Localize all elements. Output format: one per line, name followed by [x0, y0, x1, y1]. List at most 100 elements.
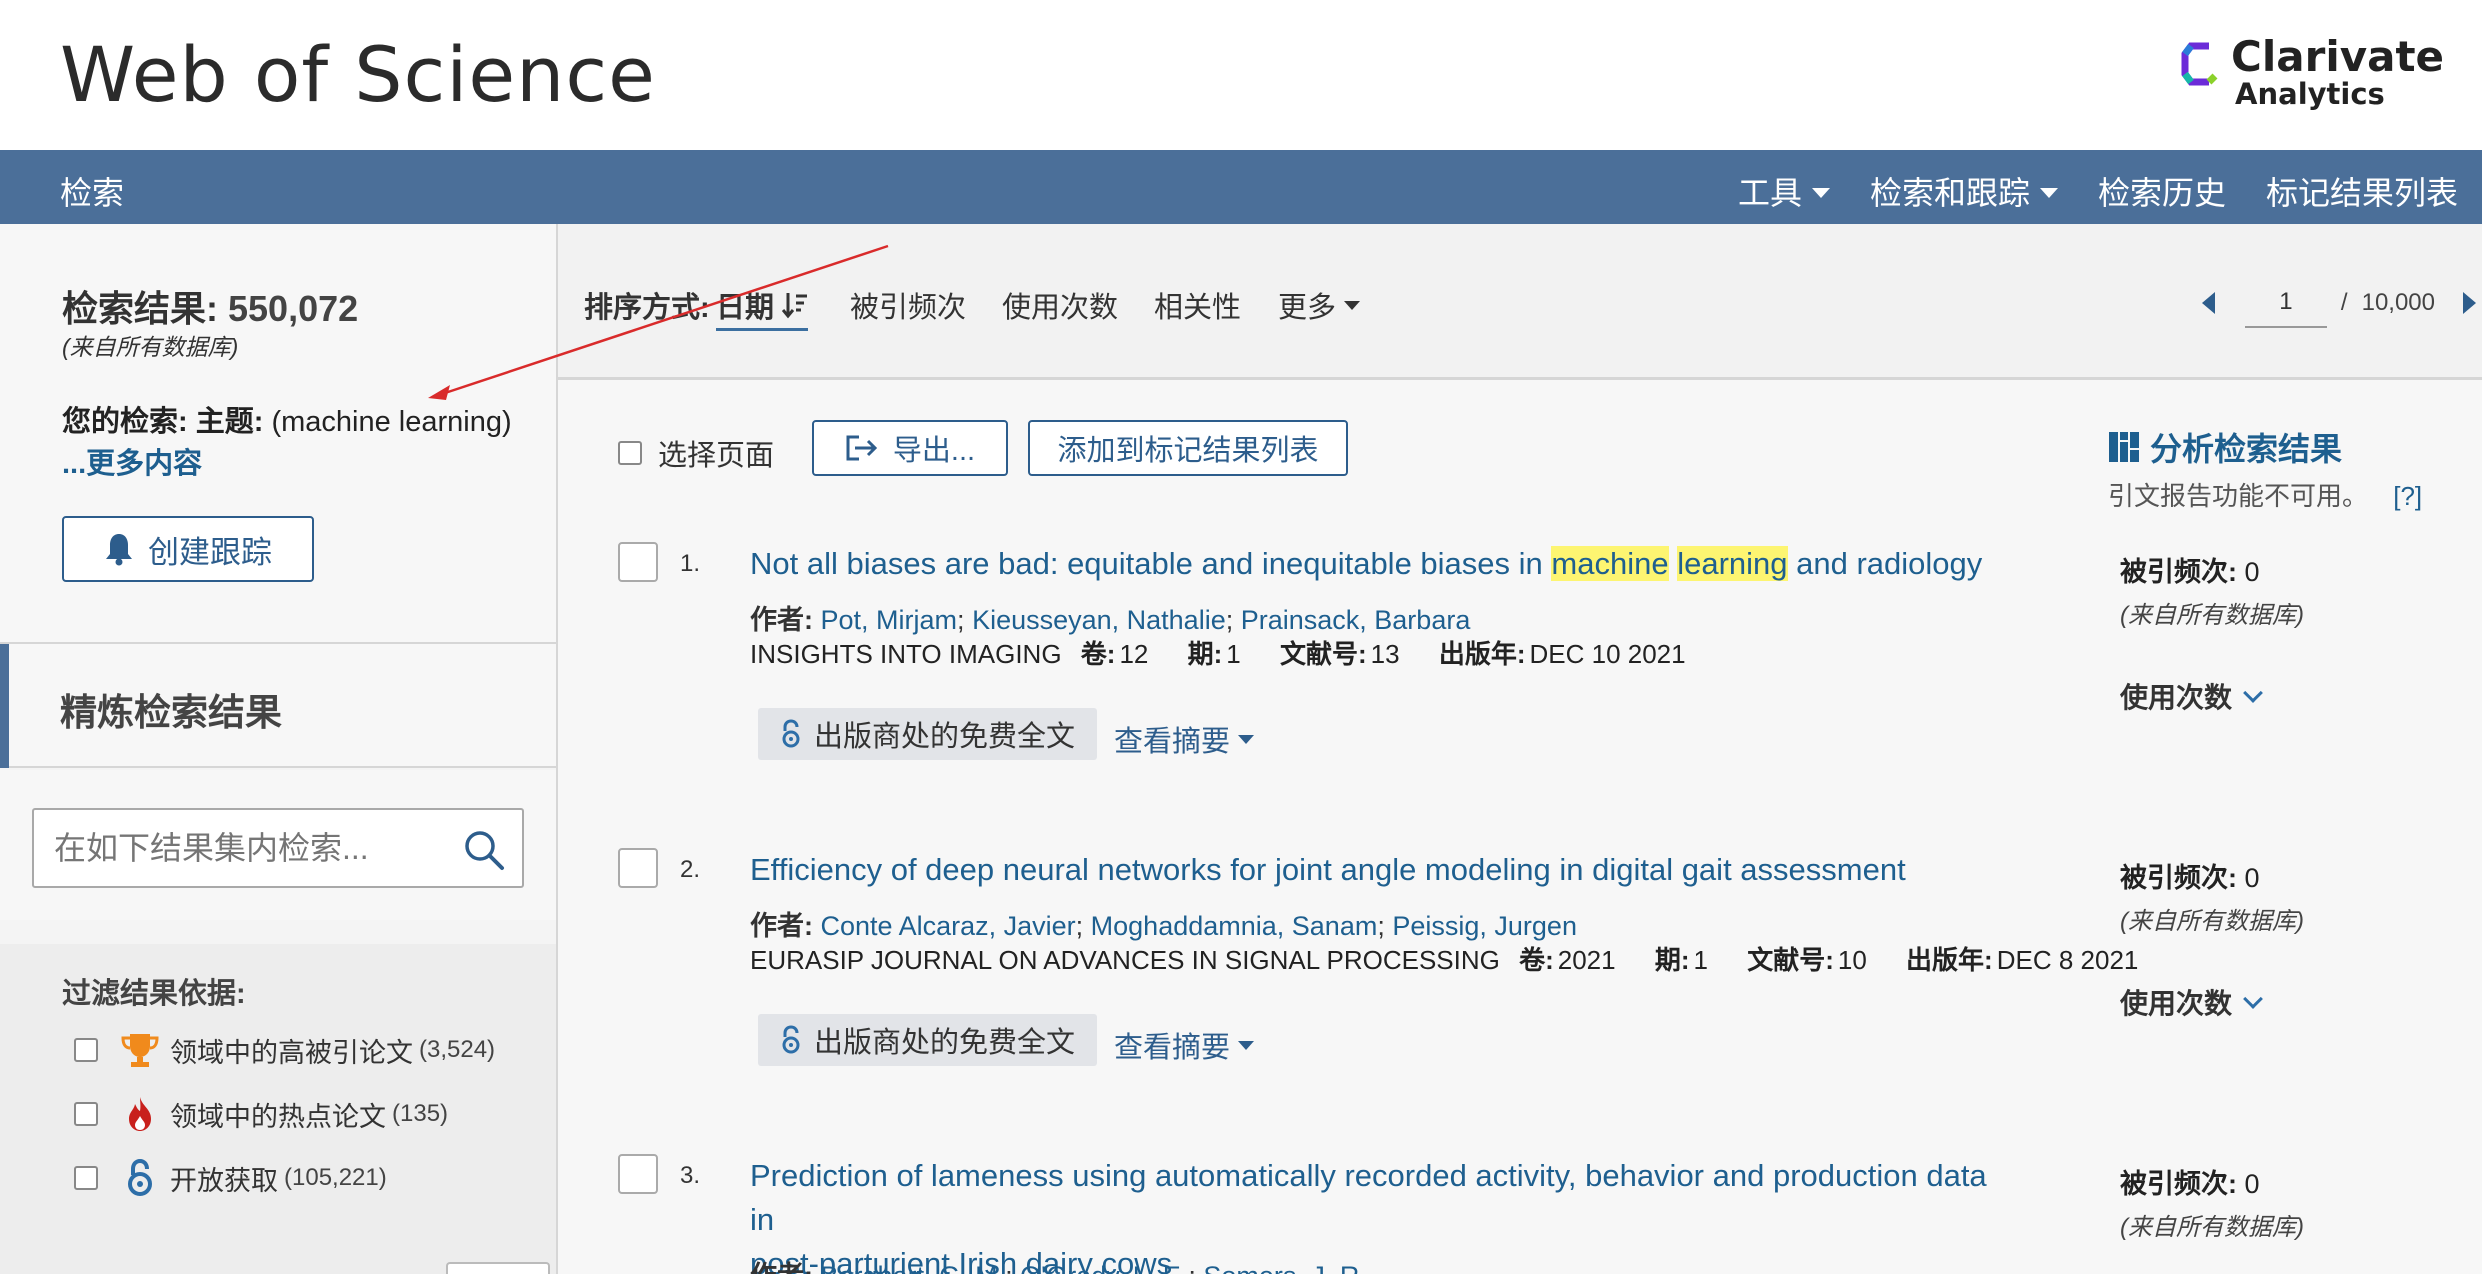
- nav-search-and-alerts[interactable]: 检索和跟踪: [1870, 168, 2058, 214]
- page-number-input[interactable]: [2244, 278, 2327, 328]
- record-number: 3.: [680, 1162, 701, 1189]
- export-icon: [846, 435, 878, 461]
- author-link[interactable]: Prainsack, Barbara: [1241, 605, 1471, 635]
- export-label: 导出...: [892, 435, 976, 467]
- sort-option-relevance[interactable]: 相关性: [1154, 284, 1241, 326]
- export-button[interactable]: 导出...: [812, 420, 1008, 476]
- author-link[interactable]: O'Grady, L. E.: [1020, 1261, 1188, 1274]
- authors-label: 作者:: [750, 911, 813, 941]
- title-highlight: machine: [1551, 546, 1669, 581]
- bell-icon: [106, 534, 132, 566]
- refine-results-header: 精炼检索结果: [0, 644, 556, 768]
- article-number-value: 10: [1837, 945, 1867, 975]
- search-icon[interactable]: [462, 828, 506, 872]
- usage-count-toggle[interactable]: 使用次数: [2120, 676, 2304, 716]
- filter-checkbox[interactable]: [74, 1102, 98, 1126]
- filter-label: 领域中的热点论文: [170, 1101, 386, 1132]
- record-source: EURASIP JOURNAL ON ADVANCES IN SIGNAL PR…: [750, 940, 2158, 977]
- prev-page-icon[interactable]: [2201, 292, 2215, 314]
- view-abstract-label: 查看摘要: [1114, 726, 1231, 758]
- author-link[interactable]: Conte Alcaraz, Javier: [821, 911, 1076, 941]
- your-search-label: 您的检索:: [62, 406, 188, 438]
- search-within-input[interactable]: [54, 824, 454, 872]
- record-source: INSIGHTS INTO IMAGING 卷: 12 期: 1 文献号: 13 出版…: [750, 634, 1706, 671]
- author-link[interactable]: Pot, Mirjam: [821, 605, 958, 635]
- citation-help-link[interactable]: [?]: [2393, 481, 2422, 511]
- volume-label: 卷:: [1519, 945, 1554, 975]
- record-metrics: 被引频次: 0 (来自所有数据库): [2120, 1162, 2304, 1242]
- select-page[interactable]: 选择页面: [618, 432, 774, 474]
- author-separator: ;: [1377, 911, 1393, 941]
- sort-option-usage[interactable]: 使用次数: [1002, 284, 1118, 326]
- clarivate-logo-icon: [2181, 42, 2218, 86]
- nav-search-history[interactable]: 检索历史: [2098, 168, 2226, 214]
- nav-search[interactable]: 检索: [60, 168, 124, 214]
- add-to-marked-list-button[interactable]: 添加到标记结果列表: [1028, 420, 1348, 476]
- nav-tools[interactable]: 工具: [1738, 168, 1830, 214]
- record-title-link[interactable]: Efficiency of deep neural networks for j…: [750, 848, 2010, 892]
- left-sidebar: 检索结果: 550,072 (来自所有数据库) 您的检索: 主题: (machi…: [0, 224, 558, 1274]
- author-separator: ;: [957, 605, 973, 635]
- record-checkbox[interactable]: [618, 848, 658, 888]
- free-full-text-label: 出版商处的免费全文: [814, 1027, 1076, 1059]
- times-cited-source: (来自所有数据库): [2120, 908, 2304, 935]
- record-number: 1.: [680, 550, 701, 577]
- author-link[interactable]: Somers, J. R.: [1203, 1261, 1367, 1274]
- article-number-label: 文献号:: [1747, 945, 1834, 975]
- record-checkbox[interactable]: [618, 1154, 658, 1194]
- free-full-text-button[interactable]: 出版商处的免费全文: [758, 708, 1098, 760]
- trophy-icon: [120, 1030, 160, 1070]
- title-text: Efficiency of deep neural networks for j…: [750, 852, 1906, 887]
- sort-more-dropdown[interactable]: 更多: [1278, 284, 1361, 326]
- caret-down-icon: [1344, 300, 1361, 310]
- record-checkbox[interactable]: [618, 542, 658, 582]
- filter-panel: 过滤结果依据: 领域中的高被引论文 (3,524) 领域中的热点论文 (135)…: [0, 944, 556, 1274]
- issue-label: 期:: [1187, 639, 1223, 669]
- free-full-text-button[interactable]: 出版商处的免费全文: [758, 1014, 1098, 1066]
- filter-checkbox[interactable]: [74, 1166, 98, 1190]
- author-separator: ;: [1225, 605, 1241, 635]
- view-abstract-link[interactable]: 查看摘要: [1114, 1024, 1255, 1066]
- author-link[interactable]: Moghaddamnia, Sanam: [1091, 911, 1378, 941]
- create-alert-button[interactable]: 创建跟踪: [62, 516, 314, 582]
- journal-name: INSIGHTS INTO IMAGING: [750, 639, 1062, 669]
- author-link[interactable]: Borghart, G. M.: [821, 1261, 1006, 1274]
- record-metrics: 被引频次: 0 (来自所有数据库) 使用次数: [2120, 856, 2304, 1022]
- nav-right-menu: 工具 检索和跟踪 检索历史 标记结果列表: [1738, 168, 2458, 214]
- search-summary-panel: 检索结果: 550,072 (来自所有数据库) 您的检索: 主题: (machi…: [0, 224, 556, 644]
- record-title-link[interactable]: Not all biases are bad: equitable and in…: [750, 542, 2010, 586]
- filter-label: 开放获取: [170, 1165, 278, 1196]
- pagination: / 10,000: [2201, 278, 2476, 328]
- filter-highly-cited[interactable]: 领域中的高被引论文 (3,524): [74, 1030, 495, 1070]
- sort-option-date[interactable]: 日期: [716, 284, 809, 331]
- chevron-down-icon: [2243, 989, 2263, 1009]
- issue-value: 1: [1693, 945, 1708, 975]
- times-cited: 被引频次: 0: [2120, 550, 2304, 589]
- author-link[interactable]: Peissig, Jurgen: [1392, 911, 1577, 941]
- authors-label: 作者:: [750, 1261, 813, 1274]
- title-highlight: learning: [1677, 546, 1788, 581]
- author-link[interactable]: Kieusseyan, Nathalie: [972, 605, 1226, 635]
- select-page-checkbox[interactable]: [618, 441, 642, 465]
- title-text: Prediction of lameness using automatical…: [750, 1158, 1987, 1237]
- filter-checkbox[interactable]: [74, 1038, 98, 1062]
- journal-name: EURASIP JOURNAL ON ADVANCES IN SIGNAL PR…: [750, 945, 1500, 975]
- view-abstract-link[interactable]: 查看摘要: [1114, 718, 1255, 760]
- issue-label: 期:: [1654, 945, 1690, 975]
- filter-open-access[interactable]: 开放获取 (105,221): [74, 1158, 387, 1198]
- filter-hot-papers[interactable]: 领域中的热点论文 (135): [74, 1094, 448, 1134]
- more-content-link[interactable]: ...更多内容: [62, 440, 202, 482]
- nav-history-label: 检索历史: [2097, 175, 2226, 211]
- usage-count-toggle[interactable]: 使用次数: [2120, 982, 2304, 1022]
- free-full-text-label: 出版商处的免费全文: [814, 721, 1076, 753]
- sort-option-times-cited[interactable]: 被引频次: [850, 284, 966, 326]
- nav-marked-list[interactable]: 标记结果列表: [2266, 168, 2458, 214]
- analyze-results-link[interactable]: 分析检索结果: [2108, 424, 2342, 470]
- brand-logo-block[interactable]: Clarivate Analytics: [2181, 36, 2444, 109]
- next-page-icon[interactable]: [2463, 292, 2476, 314]
- nav-marked-label: 标记结果列表: [2265, 175, 2458, 211]
- site-title[interactable]: Web of Science: [60, 30, 656, 119]
- partial-button-bottom[interactable]: [446, 1262, 550, 1274]
- volume-label: 卷:: [1080, 639, 1116, 669]
- times-cited-source: (来自所有数据库): [2120, 1214, 2304, 1241]
